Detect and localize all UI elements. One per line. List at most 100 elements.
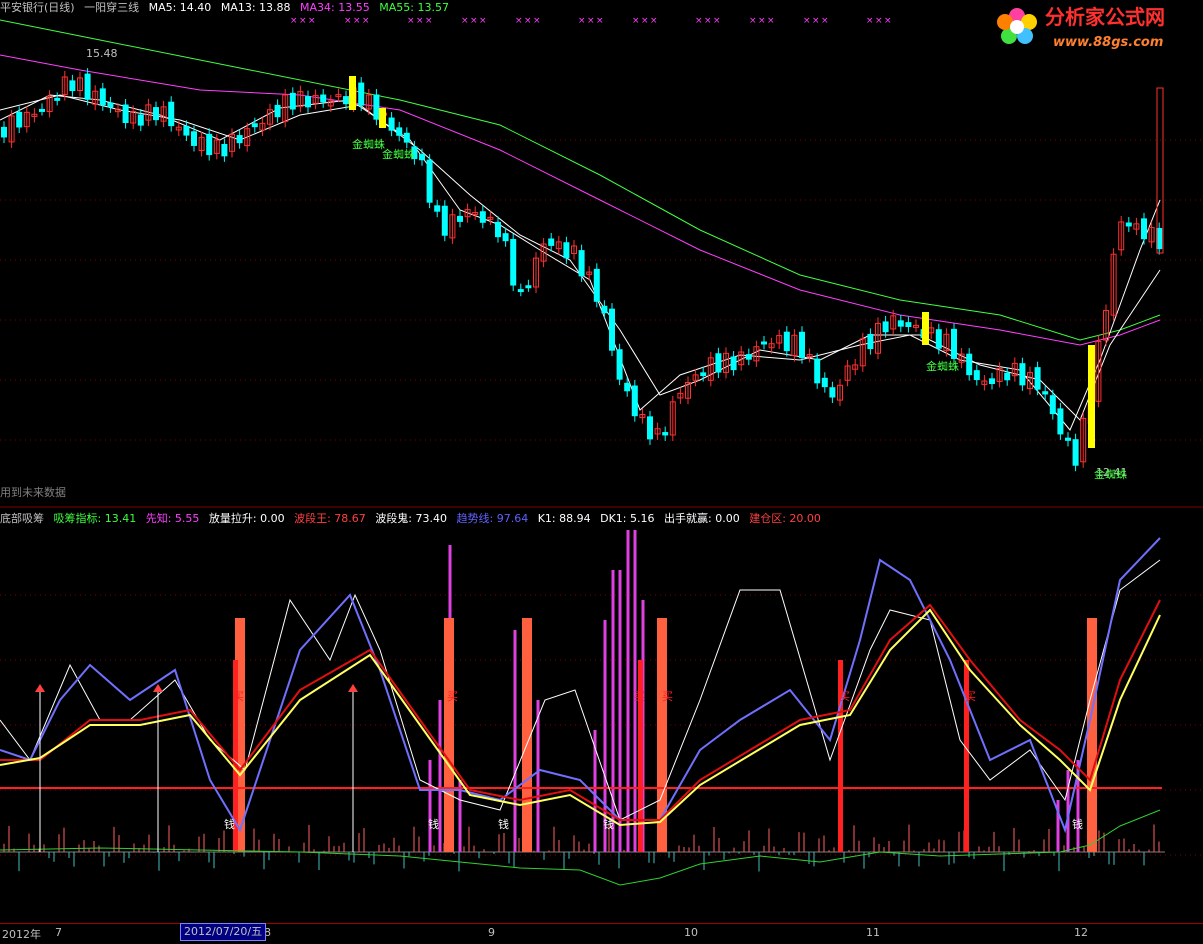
candlestick (122, 104, 129, 124)
candlestick (153, 107, 159, 121)
candlestick (1004, 372, 1011, 381)
ind-fangliang: 放量拉升: 0.00 (208, 512, 285, 525)
ind-qushi: 趋势线: 97.64 (456, 512, 529, 525)
candlestick (966, 353, 973, 376)
high-price-label: 15.48 (86, 47, 118, 60)
candlestick (601, 305, 608, 314)
candlestick (191, 131, 197, 146)
ind-chushou: 出手就赢: 0.00 (664, 512, 740, 525)
candlestick (905, 322, 912, 328)
red-signal-bar (964, 660, 969, 852)
top-x-marker: × (650, 16, 658, 26)
candlestick (1072, 439, 1079, 466)
candlestick (647, 416, 653, 440)
site-logo: 分析家公式网 www.88gs.com (997, 5, 1165, 50)
signal-candle (1088, 345, 1095, 448)
candlestick (168, 101, 175, 127)
top-x-marker: × (299, 16, 307, 26)
top-x-marker: × (533, 16, 541, 26)
candlestick (183, 125, 190, 136)
money-label-2: 钱 (428, 818, 439, 831)
candlestick (320, 94, 327, 103)
candlestick (16, 111, 23, 128)
ma55-value: MA55: 13.57 (379, 1, 449, 14)
candlestick (616, 349, 623, 380)
month-9: 9 (488, 926, 495, 939)
top-x-marker: × (479, 16, 487, 26)
top-x-marker: × (515, 16, 523, 26)
top-x-marker: × (596, 16, 604, 26)
candlestick (624, 382, 631, 392)
candlestick (403, 132, 410, 143)
candlestick (99, 88, 106, 106)
top-x-marker: × (461, 16, 469, 26)
signal-label-4: 金蜘蛛 (1094, 468, 1127, 481)
top-x-marker: × (875, 16, 883, 26)
ind-title: 底部吸筹 (0, 512, 44, 525)
candlestick (251, 123, 258, 128)
candlestick (107, 102, 114, 108)
candlestick (1065, 437, 1071, 441)
logo-title: 分析家公式网 (1045, 5, 1165, 29)
top-x-marker: × (884, 16, 892, 26)
candlestick (54, 97, 61, 101)
chart-grid (0, 139, 1203, 856)
top-x-marker: × (425, 16, 433, 26)
month-7: 7 (55, 926, 62, 939)
candlestick (84, 73, 91, 100)
candlestick (495, 221, 501, 238)
candlestick (419, 154, 425, 161)
candlestick (1141, 218, 1147, 240)
top-x-marker: × (866, 16, 874, 26)
top-x-marker: × (578, 16, 586, 26)
candlestick (479, 211, 486, 223)
ma34-value: MA34: 13.55 (300, 1, 370, 14)
candlestick (973, 370, 980, 381)
top-x-marker: × (758, 16, 766, 26)
top-x-marker: × (353, 16, 361, 26)
red-signal-bar (838, 660, 843, 852)
price-legend-bar: 平安银行(日线) 一阳穿三线 MA5: 14.40 MA13: 13.88 MA… (0, 0, 455, 16)
indicator-panel[interactable] (0, 530, 1165, 886)
candlestick (388, 117, 395, 131)
ma55-line (0, 19, 1161, 341)
candlestick (783, 331, 790, 352)
candlestick (358, 82, 365, 106)
candlestick (593, 268, 600, 302)
year-label: 2012年 (2, 928, 41, 941)
top-x-marker: × (362, 16, 370, 26)
candlestick (434, 205, 441, 212)
candlestick (1057, 408, 1064, 435)
ind-dk1: DK1: 5.16 (600, 512, 655, 525)
candlestick (236, 135, 243, 144)
money-label-1: 钱 (224, 818, 235, 831)
buy-bar (1087, 618, 1097, 852)
top-x-marker: × (812, 16, 820, 26)
candlestick (137, 114, 144, 126)
candlestick (305, 96, 311, 108)
buy-label-1: 买 (233, 690, 244, 703)
buy-label-3: 买 (634, 690, 645, 703)
candlestick (935, 329, 942, 349)
top-x-marker: × (632, 16, 640, 26)
top-x-marker: × (821, 16, 829, 26)
top-x-marker: × (587, 16, 595, 26)
top-x-marker: × (470, 16, 478, 26)
top-x-marker: × (713, 16, 721, 26)
candlestick (426, 159, 433, 203)
candlestick (1019, 363, 1026, 386)
ma5-value: MA5: 14.40 (148, 1, 212, 14)
signal-label-3: 金蜘蛛 (926, 360, 959, 373)
buy-label-5: 买 (839, 690, 850, 703)
price-panel[interactable]: × × × × × × × × × × × × × × × × × × × × × × × × × × × × × × × × × (0, 16, 1164, 472)
buy-label-6: 买 (965, 690, 976, 703)
top-x-marker: × (767, 16, 775, 26)
candlestick (662, 432, 669, 436)
buy-bar (444, 618, 454, 852)
candlestick (396, 127, 403, 136)
money-label-3: 钱 (498, 818, 509, 831)
stock-chart[interactable]: × × × × × × × × × × × × × × × × × × × × × × × × × × × × × × × × × (0, 0, 1203, 943)
candlestick (206, 133, 213, 156)
candlestick (510, 238, 517, 286)
signal-candle (349, 76, 356, 110)
